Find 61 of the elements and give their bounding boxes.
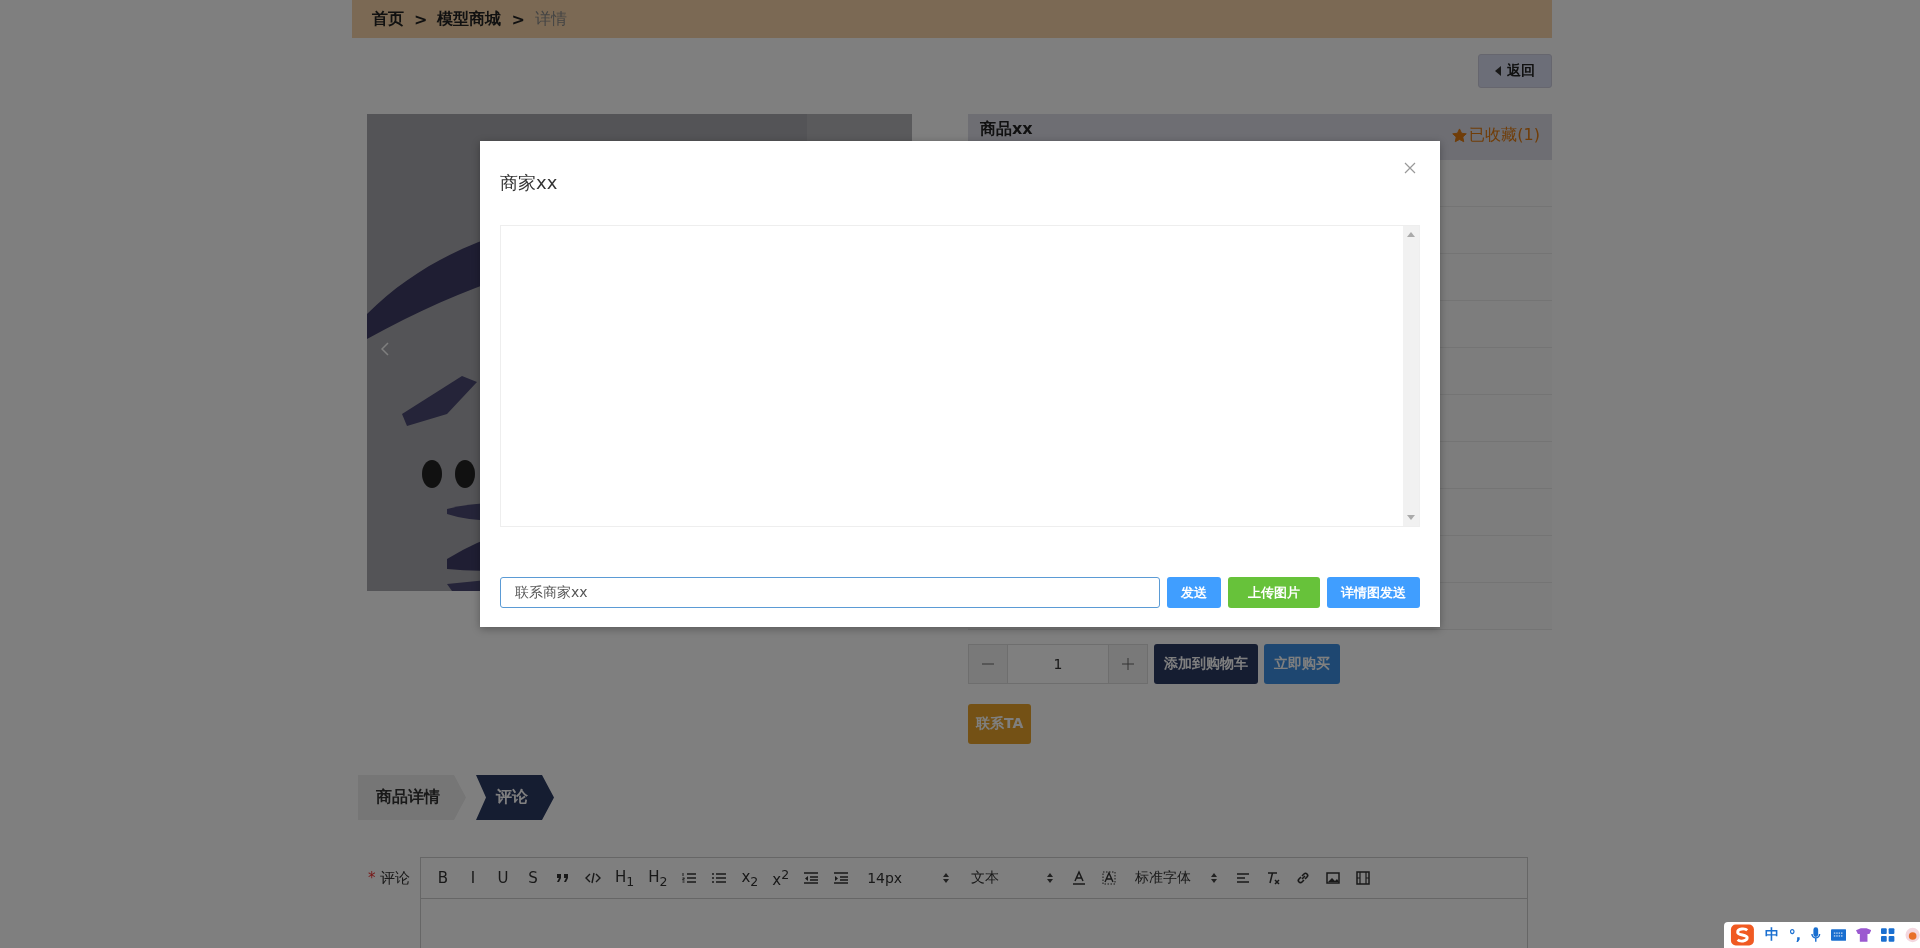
product-name: 商品xx xyxy=(980,119,1033,140)
link-icon[interactable] xyxy=(1295,870,1312,886)
send-button[interactable]: 发送 xyxy=(1167,577,1221,608)
back-button[interactable]: 返回 xyxy=(1478,54,1552,88)
ime-mode[interactable]: 中 xyxy=(1764,926,1779,944)
bullet-list-icon[interactable] xyxy=(711,870,728,886)
format-button[interactable]: I xyxy=(465,869,481,887)
up-down-caret-icon xyxy=(943,873,950,883)
highlight-icon[interactable] xyxy=(1101,870,1118,886)
quantity-field[interactable]: 1 xyxy=(1008,644,1108,684)
keyboard-icon[interactable] xyxy=(1830,929,1847,941)
indent-icon[interactable] xyxy=(833,870,850,886)
font-color-icon[interactable] xyxy=(1071,870,1088,886)
grid-icon[interactable] xyxy=(1881,928,1895,942)
up-down-caret-icon xyxy=(1047,873,1054,883)
scrollbar[interactable] xyxy=(1403,226,1419,526)
up-down-caret-icon xyxy=(1211,873,1218,883)
breadcrumb-separator: > xyxy=(511,9,525,29)
format-button[interactable]: H$_{1}$ xyxy=(615,867,635,889)
align-icon[interactable] xyxy=(1235,870,1252,886)
code-icon[interactable] xyxy=(585,870,601,886)
breadcrumb-link[interactable]: 首页 xyxy=(372,8,404,30)
breadcrumb-separator: > xyxy=(414,9,428,29)
ime-logo-icon[interactable] xyxy=(1730,923,1755,947)
shirt-icon[interactable] xyxy=(1856,928,1872,942)
detail-tab[interactable]: 评论 xyxy=(476,775,554,820)
send-button[interactable]: 详情图发送 xyxy=(1327,577,1420,608)
scroll-down-icon[interactable] xyxy=(1407,515,1415,520)
toolbar-select[interactable]: 14px xyxy=(863,870,954,886)
buy-now-button[interactable]: 立即购买 xyxy=(1264,644,1340,684)
plus-button[interactable] xyxy=(1108,644,1148,684)
toolbar-select[interactable]: 标准字体 xyxy=(1131,869,1222,887)
scroll-up-icon[interactable] xyxy=(1407,232,1415,237)
format-button[interactable]: x$_{2}$ xyxy=(741,867,759,889)
star-icon xyxy=(1452,128,1468,143)
breadcrumb-link[interactable]: 模型商城 xyxy=(437,8,502,30)
plus-icon xyxy=(1122,658,1134,670)
comment-editor[interactable]: B I U S H$_{1}$ H$_{2}$ x$_{2}$ x$^{2}$ 14px 文本 标准字体 xyxy=(420,857,1528,948)
add-to-cart-button[interactable]: 添加到购物车 xyxy=(1154,644,1258,684)
video-icon[interactable] xyxy=(1355,870,1372,886)
caret-left-icon xyxy=(1495,66,1501,76)
avatar-icon[interactable] xyxy=(1904,927,1920,943)
image-icon[interactable] xyxy=(1325,870,1342,886)
detail-tab[interactable]: 商品详情 xyxy=(358,775,466,820)
clear-format-icon[interactable] xyxy=(1265,870,1282,886)
format-button[interactable]: U xyxy=(495,869,511,887)
toolbar-select[interactable]: 文本 xyxy=(967,869,1058,887)
dialog-title: 商家xx xyxy=(500,171,558,195)
numbered-list-icon[interactable] xyxy=(681,870,698,886)
format-button[interactable]: x$^{2}$ xyxy=(772,867,790,889)
format-button[interactable]: S xyxy=(525,869,541,887)
microphone-icon[interactable] xyxy=(1811,927,1821,943)
minus-icon xyxy=(982,663,994,665)
message-field[interactable]: 联系商家xx xyxy=(500,577,1160,608)
outdent-icon[interactable] xyxy=(803,870,820,886)
comment-label: * 评论 xyxy=(368,868,412,889)
chevron-left-icon[interactable] xyxy=(381,342,389,356)
format-button[interactable]: H$_{2}$ xyxy=(648,867,668,889)
upload-image-button[interactable]: 上传图片 xyxy=(1228,577,1320,608)
ime-punctuation[interactable]: °, xyxy=(1788,927,1802,943)
format-button[interactable]: B xyxy=(435,869,451,887)
